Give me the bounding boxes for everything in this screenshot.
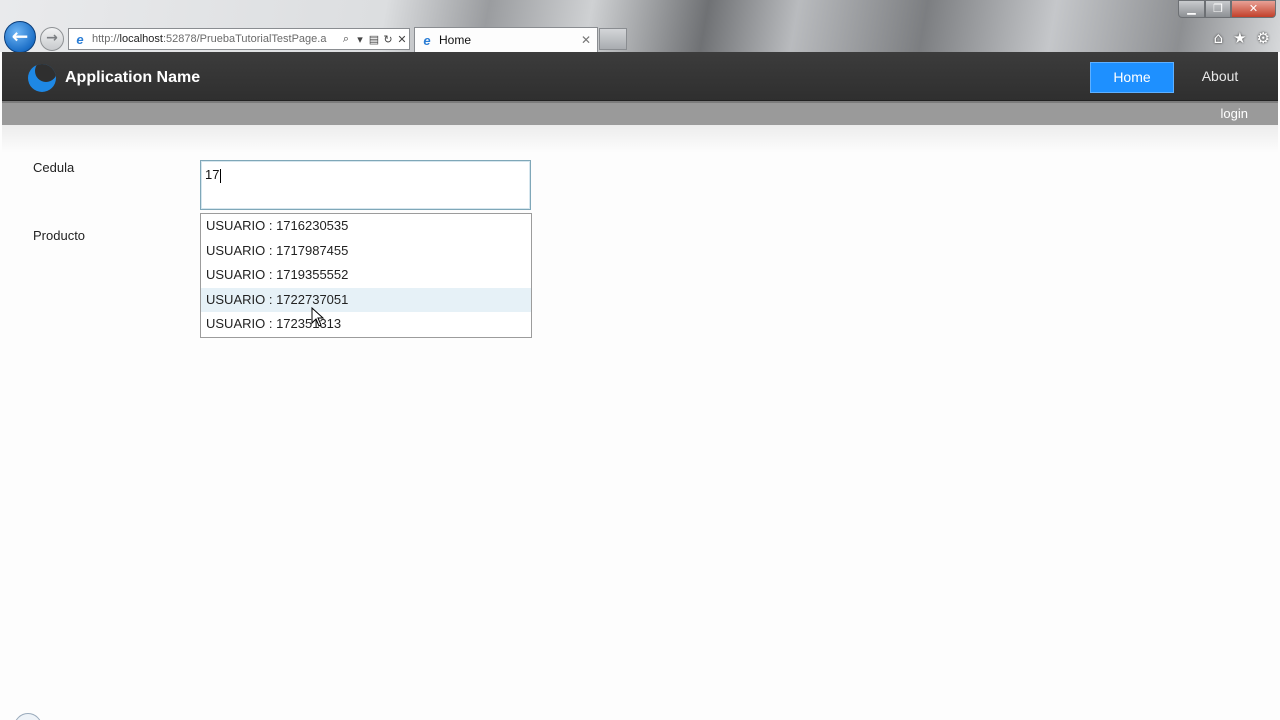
dropdown-icon[interactable]: ▾ bbox=[353, 33, 367, 46]
minimize-button[interactable]: ▁ bbox=[1178, 0, 1205, 18]
stop-icon[interactable]: ✕ bbox=[395, 33, 409, 46]
address-url[interactable]: http://localhost:52878/PruebaTutorialTes… bbox=[88, 33, 339, 45]
autocomplete-item[interactable]: USUARIO : 1717987455 bbox=[201, 239, 531, 264]
mouse-pointer-icon bbox=[311, 307, 325, 327]
autocomplete-item[interactable]: USUARIO : 1719355552 bbox=[201, 263, 531, 288]
autocomplete-item[interactable]: USUARIO : 172351313 bbox=[201, 312, 531, 337]
producto-label: Producto bbox=[33, 228, 86, 243]
login-link[interactable]: login bbox=[1221, 106, 1248, 121]
text-caret bbox=[220, 168, 222, 183]
app-name[interactable]: Application Name bbox=[65, 69, 200, 87]
autocomplete-list: USUARIO : 1716230535 USUARIO : 171798745… bbox=[200, 213, 532, 338]
browser-chrome: ← → e http://localhost:52878/PruebaTutor… bbox=[0, 0, 1280, 53]
window-controls: ▁ ❐ ✕ bbox=[1178, 0, 1276, 18]
close-window-button[interactable]: ✕ bbox=[1231, 0, 1276, 18]
refresh-icon[interactable]: ↻ bbox=[381, 33, 395, 46]
new-tab-button[interactable] bbox=[599, 28, 627, 50]
autocomplete-item[interactable]: USUARIO : 1716230535 bbox=[201, 214, 531, 239]
cedula-input-value: 17 bbox=[205, 167, 220, 182]
login-bar: login bbox=[2, 101, 1278, 125]
header-shadow bbox=[2, 125, 1278, 153]
menu-home-link[interactable]: Home bbox=[1090, 62, 1174, 93]
ie-page-icon: e bbox=[423, 32, 431, 48]
tab-close-icon[interactable]: ✕ bbox=[581, 33, 597, 47]
partial-circle-icon bbox=[14, 713, 42, 720]
tab-title: Home bbox=[439, 33, 472, 47]
favorites-star-icon[interactable]: ★ bbox=[1233, 29, 1246, 47]
app-logo bbox=[28, 64, 56, 92]
forward-button[interactable]: → bbox=[40, 27, 64, 51]
autocomplete-item-hovered[interactable]: USUARIO : 1722737051 bbox=[201, 287, 531, 313]
search-icon[interactable]: ⌕ bbox=[339, 33, 353, 46]
tab-home[interactable]: e Home ✕ bbox=[414, 27, 598, 52]
back-button[interactable]: ← bbox=[4, 21, 36, 53]
cedula-label: Cedula bbox=[33, 160, 75, 175]
site-header: Application Name Home About bbox=[2, 52, 1278, 101]
tools-gear-icon[interactable]: ⚙ bbox=[1257, 29, 1270, 47]
ie-page-icon: e bbox=[76, 31, 84, 47]
home-icon[interactable]: ⌂ bbox=[1214, 29, 1224, 47]
maximize-button[interactable]: ❐ bbox=[1205, 0, 1231, 18]
menu-about-link[interactable]: About bbox=[1188, 62, 1252, 93]
cedula-input[interactable]: 17 bbox=[200, 160, 531, 210]
compatibility-view-icon[interactable]: ▤ bbox=[367, 33, 381, 46]
address-bar[interactable]: e http://localhost:52878/PruebaTutorialT… bbox=[68, 28, 410, 50]
browser-toolbar: ⌂ ★ ⚙ bbox=[1214, 29, 1270, 47]
